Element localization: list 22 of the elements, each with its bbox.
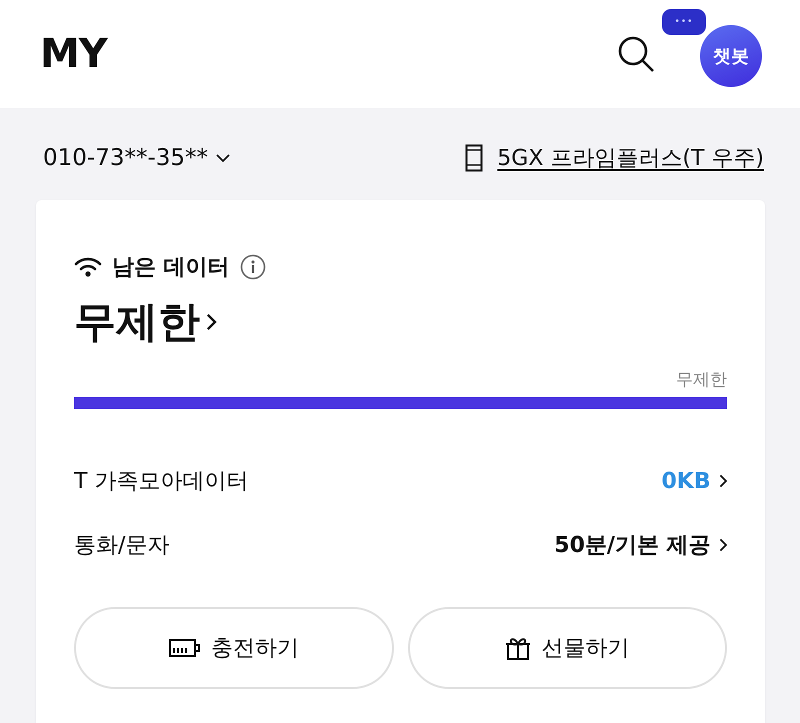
search-icon[interactable] xyxy=(616,34,656,74)
chat-bubble-badge: ••• xyxy=(662,9,706,35)
phone-icon xyxy=(465,144,484,172)
usage-row[interactable]: T 가족모아데이터 0KB xyxy=(74,449,727,513)
bar-caption: 무제한 xyxy=(676,370,727,390)
chatbot-button[interactable]: 챗봇 xyxy=(700,25,762,87)
page-title: MY xyxy=(40,31,109,77)
gift-button[interactable]: 선물하기 xyxy=(408,607,727,689)
usage-row[interactable]: 통화/문자 50분/기본 제공 xyxy=(74,513,727,577)
chevron-right-icon xyxy=(718,474,727,488)
data-amount-link[interactable]: 무제한 xyxy=(74,294,217,350)
battery-icon xyxy=(168,638,201,658)
chevron-right-icon xyxy=(206,313,217,331)
chevron-down-icon xyxy=(216,154,230,162)
chevron-right-icon xyxy=(718,538,727,552)
phone-number-selector[interactable]: 010-73**-35** xyxy=(43,145,230,171)
info-icon[interactable] xyxy=(240,254,266,280)
gift-icon xyxy=(505,635,532,661)
remaining-data-label: 남은 데이터 xyxy=(112,254,230,282)
wifi-icon xyxy=(74,256,102,278)
charge-button[interactable]: 충전하기 xyxy=(74,607,394,689)
plan-link[interactable]: 5GX 프라임플러스(T 우주) xyxy=(497,143,764,173)
